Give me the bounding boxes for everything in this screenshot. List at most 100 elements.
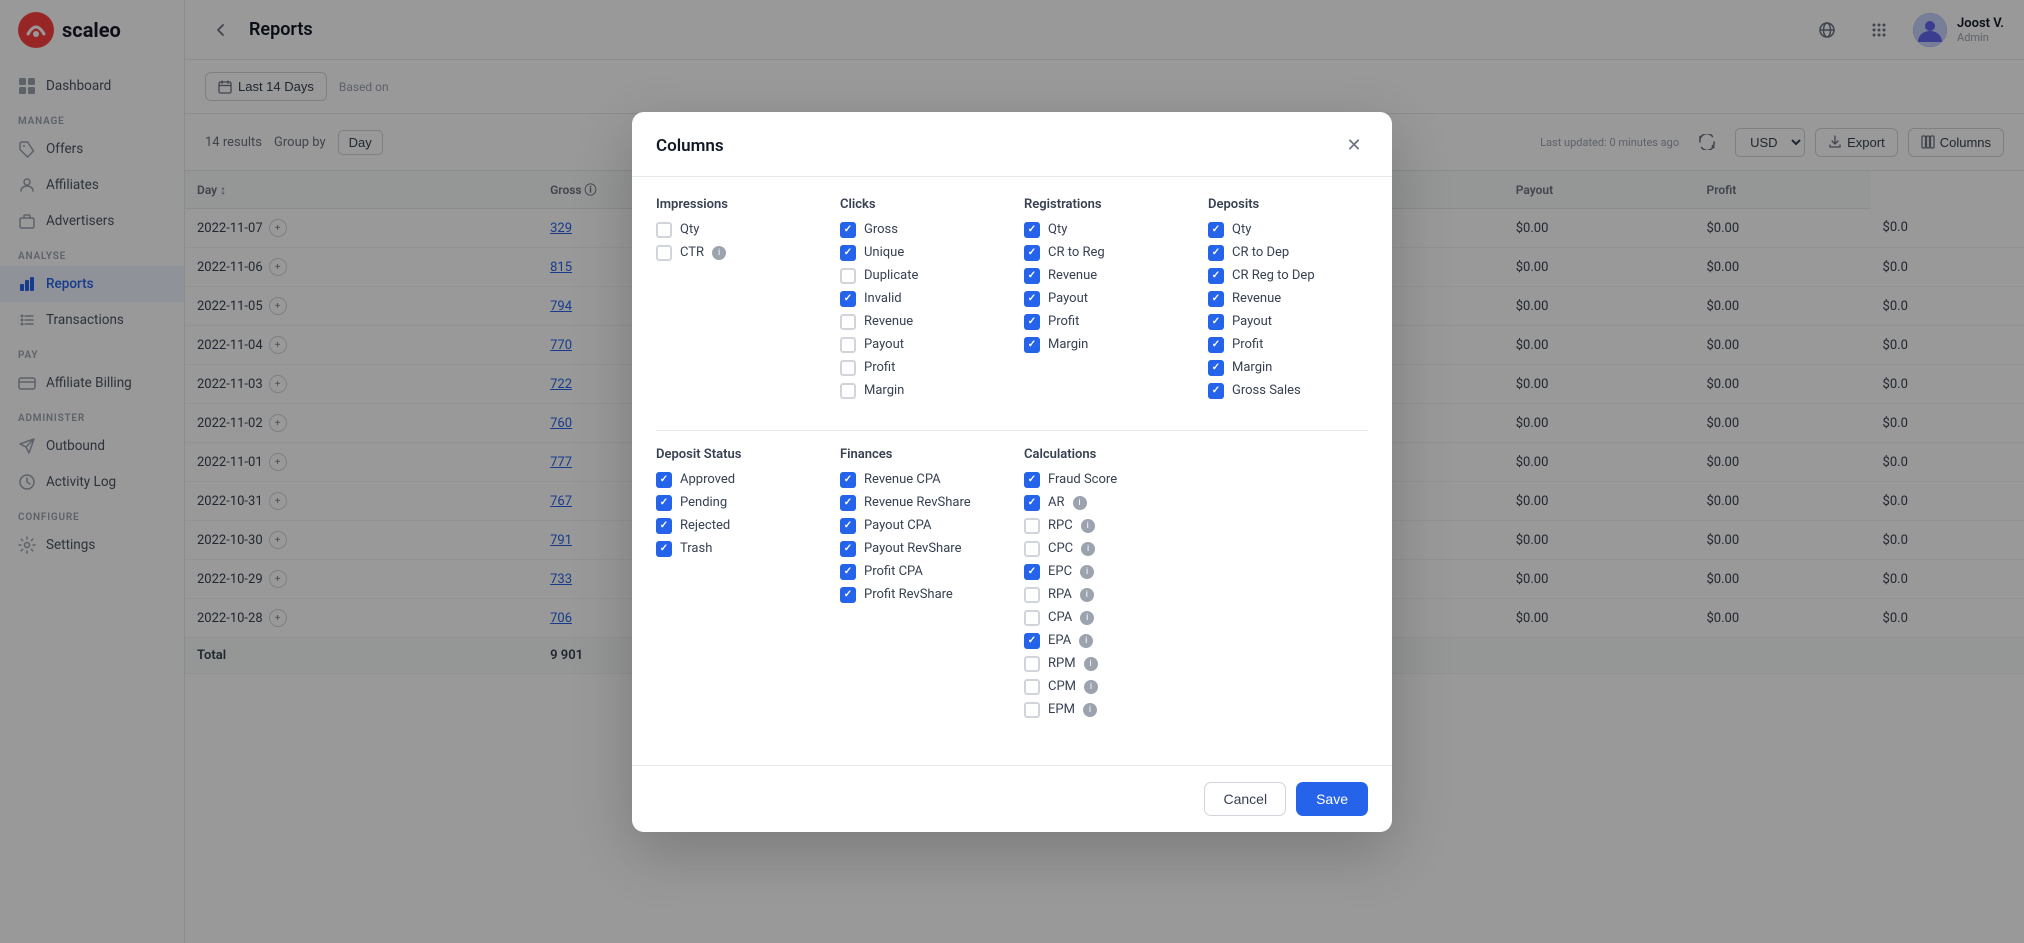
epa-info-icon[interactable]: i (1079, 634, 1093, 648)
calculations-title: Calculations (1024, 447, 1184, 462)
cb-revenue-cpa-label: Revenue CPA (864, 472, 941, 487)
impressions-group: Impressions Qty CTR i (656, 197, 816, 406)
cb-ctr[interactable] (656, 245, 672, 261)
epc-info-icon[interactable]: i (1080, 565, 1094, 579)
checkbox-qty-impressions: Qty (656, 222, 816, 238)
clicks-group: Clicks Gross Unique Duplicate Invalid Re… (840, 197, 1000, 406)
modal-title: Columns (656, 136, 724, 156)
deposits-title: Deposits (1208, 197, 1368, 212)
cb-epa[interactable] (1024, 633, 1040, 649)
cb-epm-label: EPM (1048, 702, 1075, 717)
cb-clicks-profit[interactable] (840, 360, 856, 376)
cb-duplicate[interactable] (840, 268, 856, 284)
cb-reg-profit-label: Profit (1048, 314, 1079, 329)
cancel-button[interactable]: Cancel (1204, 782, 1286, 816)
cb-gross[interactable] (840, 222, 856, 238)
cb-gross-sales-label: Gross Sales (1232, 383, 1301, 398)
cb-dep-profit[interactable] (1208, 337, 1224, 353)
cb-rpa[interactable] (1024, 587, 1040, 603)
cb-unique[interactable] (840, 245, 856, 261)
ctr-info-icon[interactable]: i (712, 246, 726, 260)
rpm-info-icon[interactable]: i (1084, 657, 1098, 671)
modal-body: Impressions Qty CTR i Clicks (632, 177, 1392, 765)
cb-dep-margin[interactable] (1208, 360, 1224, 376)
cb-dep-qty-label: Qty (1232, 222, 1251, 237)
cb-cr-to-dep[interactable] (1208, 245, 1224, 261)
cb-reg-qty-label: Qty (1048, 222, 1067, 237)
cb-cr-to-dep-label: CR to Dep (1232, 245, 1289, 260)
cb-cr-to-reg[interactable] (1024, 245, 1040, 261)
cb-cpc-label: CPC (1048, 541, 1073, 556)
cb-revenue-cpa[interactable] (840, 472, 856, 488)
cb-reg-margin[interactable] (1024, 337, 1040, 353)
cb-revenue-revshare[interactable] (840, 495, 856, 511)
modal-overlay[interactable]: Columns ✕ Impressions Qty CTR (0, 0, 2024, 943)
cb-dep-payout-label: Payout (1232, 314, 1272, 329)
cpm-info-icon[interactable]: i (1084, 680, 1098, 694)
cb-invalid-label: Invalid (864, 291, 902, 306)
cb-clicks-revenue[interactable] (840, 314, 856, 330)
modal-footer: Cancel Save (632, 765, 1392, 832)
cb-rpm[interactable] (1024, 656, 1040, 672)
cb-epc[interactable] (1024, 564, 1040, 580)
deposits-group: Deposits Qty CR to Dep CR Reg to Dep Rev… (1208, 197, 1368, 406)
cb-profit-revshare[interactable] (840, 587, 856, 603)
cb-clicks-payout[interactable] (840, 337, 856, 353)
cb-cr-reg-to-dep[interactable] (1208, 268, 1224, 284)
epm-info-icon[interactable]: i (1083, 703, 1097, 717)
cb-clicks-margin[interactable] (840, 383, 856, 399)
cb-payout-cpa-label: Payout CPA (864, 518, 932, 533)
cb-cpm-label: CPM (1048, 679, 1076, 694)
cb-dep-qty[interactable] (1208, 222, 1224, 238)
cpc-info-icon[interactable]: i (1081, 542, 1095, 556)
cb-invalid[interactable] (840, 291, 856, 307)
rpc-info-icon[interactable]: i (1081, 519, 1095, 533)
cb-reg-revenue-label: Revenue (1048, 268, 1097, 283)
cb-reg-qty[interactable] (1024, 222, 1040, 238)
cpa-info-icon[interactable]: i (1080, 611, 1094, 625)
cb-payout-cpa[interactable] (840, 518, 856, 534)
modal-close-button[interactable]: ✕ (1340, 132, 1368, 160)
cb-reg-revenue[interactable] (1024, 268, 1040, 284)
ar-info-icon[interactable]: i (1073, 496, 1087, 510)
cb-cpm[interactable] (1024, 679, 1040, 695)
cb-cpa-label: CPA (1048, 610, 1072, 625)
cb-rejected-label: Rejected (680, 518, 730, 533)
save-button[interactable]: Save (1296, 782, 1368, 816)
cb-profit-cpa[interactable] (840, 564, 856, 580)
modal-header: Columns ✕ (632, 112, 1392, 177)
cb-epm[interactable] (1024, 702, 1040, 718)
cb-profit-cpa-label: Profit CPA (864, 564, 923, 579)
cb-cpa[interactable] (1024, 610, 1040, 626)
top-columns-grid: Impressions Qty CTR i Clicks (656, 197, 1368, 426)
cb-qty-impressions[interactable] (656, 222, 672, 238)
cb-rpc[interactable] (1024, 518, 1040, 534)
calculations-group: Calculations Fraud Score ARi RPCi CPCi E… (1024, 447, 1184, 725)
cb-approved[interactable] (656, 472, 672, 488)
cb-ctr-label: CTR (680, 245, 704, 260)
cb-rejected[interactable] (656, 518, 672, 534)
cb-unique-label: Unique (864, 245, 904, 260)
cb-epa-label: EPA (1048, 633, 1071, 648)
impressions-title: Impressions (656, 197, 816, 212)
cb-ar[interactable] (1024, 495, 1040, 511)
cb-gross-sales[interactable] (1208, 383, 1224, 399)
cb-trash[interactable] (656, 541, 672, 557)
cb-dep-revenue[interactable] (1208, 291, 1224, 307)
cb-rpm-label: RPM (1048, 656, 1076, 671)
cb-fraud-score[interactable] (1024, 472, 1040, 488)
cb-payout-revshare[interactable] (840, 541, 856, 557)
cb-reg-margin-label: Margin (1048, 337, 1088, 352)
cb-payout-revshare-label: Payout RevShare (864, 541, 961, 556)
cb-dep-payout[interactable] (1208, 314, 1224, 330)
rpa-info-icon[interactable]: i (1080, 588, 1094, 602)
cb-qty-impressions-label: Qty (680, 222, 699, 237)
cb-pending[interactable] (656, 495, 672, 511)
cb-reg-profit[interactable] (1024, 314, 1040, 330)
cb-dep-profit-label: Profit (1232, 337, 1263, 352)
cb-reg-payout[interactable] (1024, 291, 1040, 307)
app-layout: scaleo Dashboard MANAGE Offers (0, 0, 2024, 943)
cb-cpc[interactable] (1024, 541, 1040, 557)
cb-approved-label: Approved (680, 472, 735, 487)
empty-column (1208, 447, 1368, 745)
